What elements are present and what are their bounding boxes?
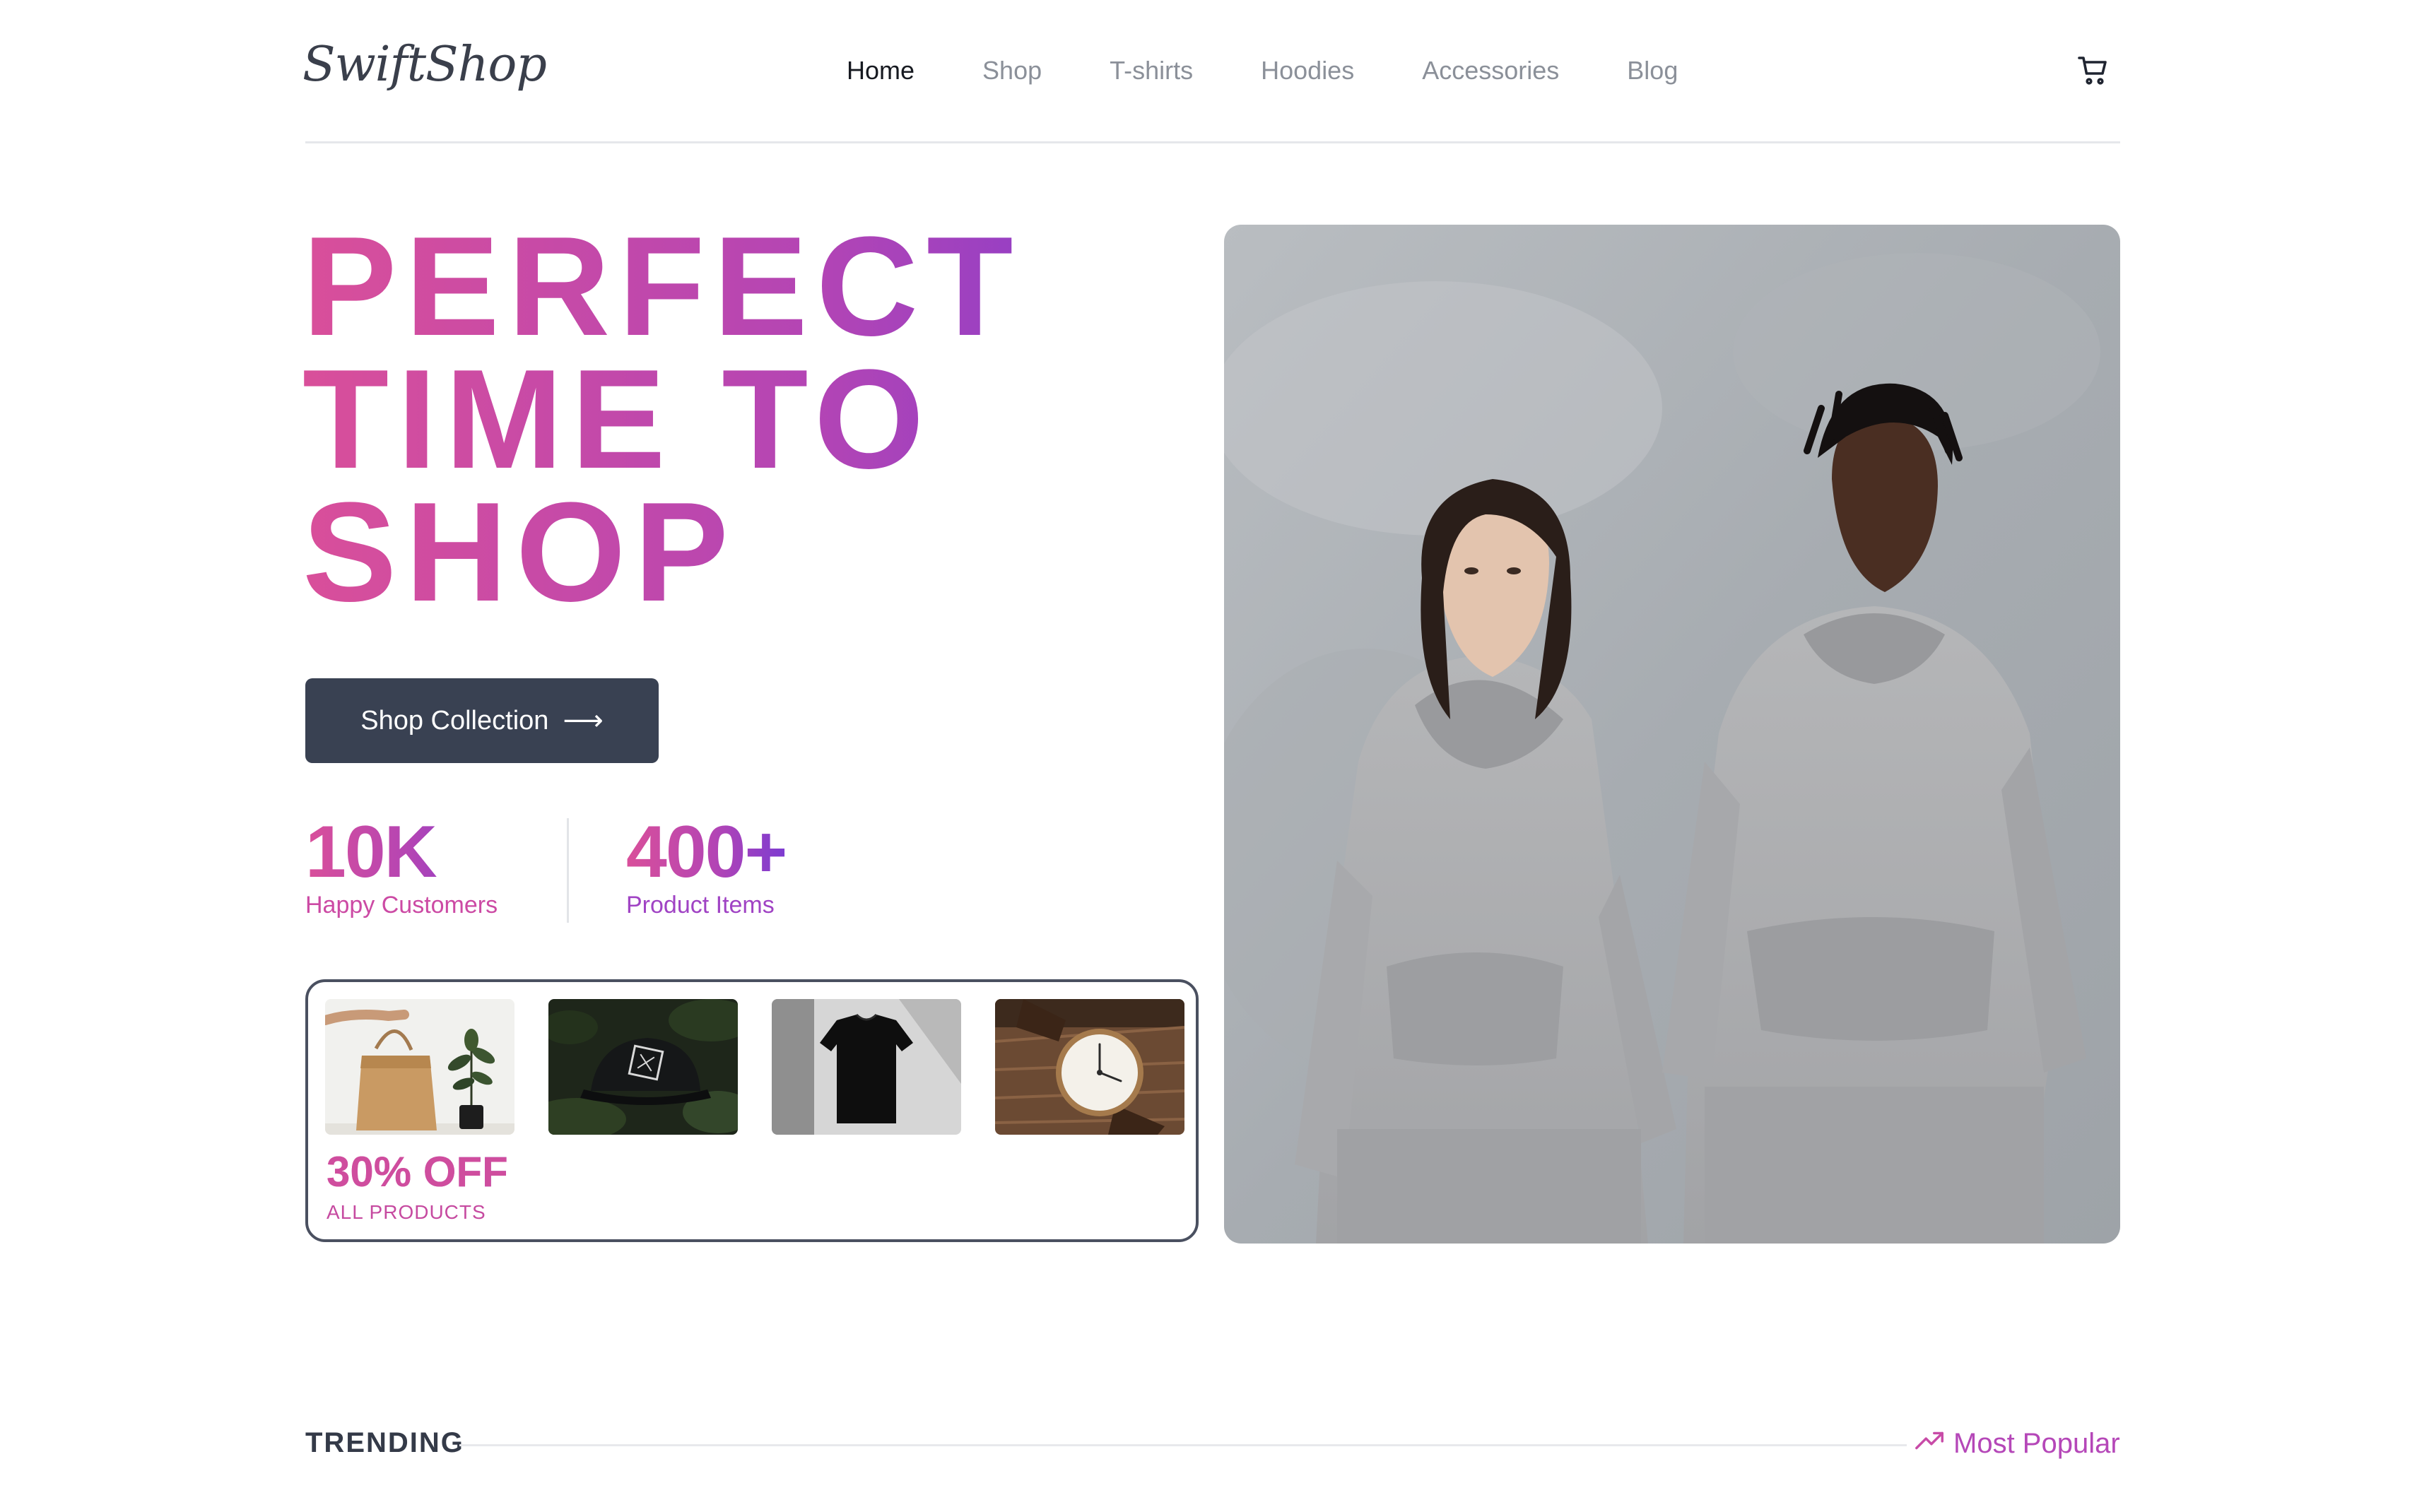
thumbnail-tote-bag[interactable]	[325, 999, 514, 1135]
trending-up-icon	[1914, 1426, 1946, 1461]
promo-subtitle: ALL PRODUCTS	[327, 1201, 486, 1223]
nav-tshirts[interactable]: T-shirts	[1110, 56, 1193, 85]
stat-divider	[567, 818, 569, 923]
most-popular-label: Most Popular	[1953, 1427, 2120, 1459]
stat-label: Product Items	[626, 892, 775, 919]
arrow-right-icon: ⟶	[563, 705, 604, 736]
promo-card[interactable]: 30% OFF ALL PRODUCTS	[305, 979, 1199, 1242]
nav-hoodies[interactable]: Hoodies	[1261, 56, 1354, 85]
shop-collection-label: Shop Collection	[360, 705, 549, 736]
hero-image	[1224, 225, 2120, 1244]
thumbnail-wristwatch[interactable]	[995, 999, 1184, 1135]
trending-divider	[459, 1444, 1907, 1446]
stat-label: Happy Customers	[305, 892, 498, 919]
shop-collection-button[interactable]: Shop Collection ⟶	[305, 678, 659, 763]
header-divider	[305, 141, 2120, 143]
nav-home[interactable]: Home	[847, 56, 915, 85]
thumbnail-black-tshirt[interactable]	[772, 999, 961, 1135]
logo[interactable]: SwiftShop	[302, 37, 547, 93]
hero-title-line: TIME TO	[302, 349, 1221, 490]
thumbnail-black-cap[interactable]	[548, 999, 738, 1135]
nav-blog[interactable]: Blog	[1627, 56, 1678, 85]
main-nav: Home Shop T-shirts Hoodies Accessories B…	[847, 55, 1678, 86]
stat-value: 10K	[305, 813, 498, 892]
hero-title: PERFECT TIME TO SHOP	[302, 216, 1221, 623]
nav-accessories[interactable]: Accessories	[1422, 56, 1559, 85]
cart-icon[interactable]	[2076, 54, 2110, 88]
hero-title-line: PERFECT	[302, 216, 1221, 358]
stat-value: 400+	[626, 811, 787, 893]
nav-shop[interactable]: Shop	[982, 56, 1042, 85]
promo-discount: 30% OFF	[327, 1148, 508, 1195]
most-popular-link[interactable]: Most Popular	[1914, 1426, 2120, 1461]
trending-heading: TRENDING	[305, 1427, 464, 1458]
hero-title-line: SHOP	[302, 482, 1221, 623]
stat-customers: 10K Happy Customers	[305, 813, 498, 919]
stat-products: 400+ Product Items	[626, 811, 787, 919]
